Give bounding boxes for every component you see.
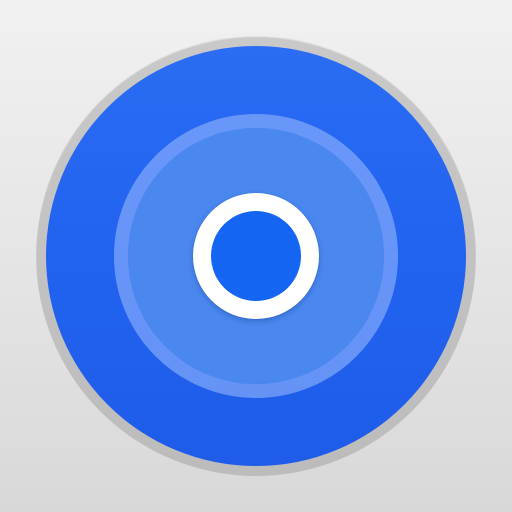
app-icon-tile[interactable] — [0, 0, 512, 512]
target-core-icon — [211, 211, 301, 301]
